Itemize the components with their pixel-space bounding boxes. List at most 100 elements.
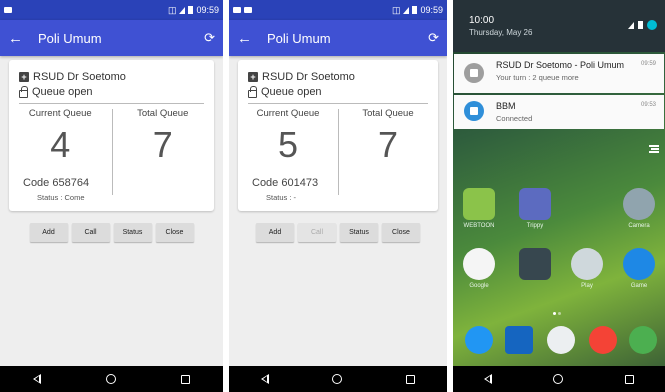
total-queue-label: Total Queue — [137, 108, 189, 119]
phone-icon[interactable] — [465, 326, 493, 354]
action-buttons: Add Call Status Close — [229, 223, 447, 242]
alarm-icon — [233, 7, 241, 13]
queue-code: Code 601473 — [252, 177, 319, 189]
battery-icon — [188, 6, 194, 14]
total-queue-value: 7 — [377, 124, 399, 165]
nav-home-icon[interactable] — [332, 374, 343, 384]
close-button[interactable]: Close — [155, 223, 194, 242]
app-webtoon[interactable]: WEBTOON — [455, 188, 503, 229]
divider — [248, 103, 428, 104]
current-queue-label: Current Queue — [256, 108, 320, 119]
total-queue-label: Total Queue — [362, 108, 414, 119]
app-game[interactable]: Game — [615, 248, 663, 289]
hospital-row: + RSUD Dr Soetomo — [19, 71, 126, 83]
app-label: Trippy — [526, 223, 544, 229]
app-label: Google — [469, 283, 489, 289]
nav-back-icon[interactable] — [32, 374, 41, 384]
page-indicator — [553, 312, 561, 315]
camera-icon — [623, 188, 655, 220]
signal-icon — [179, 6, 186, 14]
unlock-icon — [19, 85, 28, 98]
status-button[interactable]: Status — [340, 223, 378, 242]
vibrate-icon: ◫ — [167, 4, 177, 15]
app-title: Poli Umum — [38, 30, 102, 46]
queue-card: + RSUD Dr Soetomo Queue open Current Que… — [9, 60, 214, 211]
clear-all-icon[interactable] — [649, 145, 659, 153]
nav-back-icon[interactable] — [483, 374, 492, 384]
signal-icon — [628, 21, 634, 29]
phone-screen-3: 10:00 Thursday, May 26 RSUD Dr Soetomo -… — [453, 0, 665, 392]
apps-drawer-icon[interactable] — [547, 326, 575, 354]
nav-home-icon[interactable] — [105, 374, 116, 384]
app-google[interactable]: Google — [455, 248, 503, 289]
webtoon-icon — [463, 188, 495, 220]
divider — [19, 103, 204, 104]
notification-text: Your turn : 2 queue more — [496, 73, 579, 82]
queue-status: Status : Come — [37, 193, 85, 202]
chrome-icon[interactable] — [589, 326, 617, 354]
app-icon — [464, 63, 484, 83]
app-label: WEBTOON — [463, 223, 495, 229]
app-camera[interactable]: Camera — [615, 188, 663, 229]
total-queue-column: Total Queue 7 — [338, 108, 438, 165]
hospital-name: RSUD Dr Soetomo — [33, 71, 126, 83]
nav-recents-icon[interactable] — [181, 374, 191, 384]
messages-icon[interactable] — [505, 326, 533, 354]
battery-icon — [412, 6, 418, 14]
app-play[interactable]: Play — [563, 248, 611, 289]
status-time: 09:59 — [420, 5, 443, 15]
back-arrow-icon[interactable]: ← — [8, 30, 30, 47]
notification-queue[interactable]: RSUD Dr Soetomo - Poli Umum Your turn : … — [454, 54, 664, 93]
google-icon — [463, 248, 495, 280]
phone-screen-1: ◫ 09:59 ← Poli Umum ⟳ + RSUD Dr Soetomo … — [0, 0, 223, 392]
status-button[interactable]: Status — [113, 223, 152, 242]
nav-recents-icon[interactable] — [406, 374, 416, 384]
total-queue-value: 7 — [152, 124, 173, 165]
hospital-icon: + — [19, 72, 29, 82]
unlock-icon — [248, 85, 257, 98]
queue-state: Queue open — [261, 86, 322, 98]
call-button[interactable]: Call — [298, 223, 336, 242]
nav-recents-icon[interactable] — [625, 374, 635, 384]
battery-icon — [638, 21, 643, 29]
shade-date: Thursday, May 26 — [469, 28, 533, 37]
notification-time: 09:59 — [640, 61, 656, 67]
notification-icon — [4, 7, 12, 13]
status-bar: ◫ 09:59 — [229, 0, 447, 20]
app-bbm[interactable] — [511, 248, 559, 283]
user-icon[interactable] — [647, 20, 657, 30]
nav-home-icon[interactable] — [553, 374, 564, 384]
notification-time: 09:53 — [640, 102, 656, 108]
notification-icon — [244, 7, 252, 13]
total-queue-column: Total Queue 7 — [112, 108, 215, 165]
notification-title: RSUD Dr Soetomo - Poli Umum — [496, 60, 625, 70]
hospital-name: RSUD Dr Soetomo — [262, 71, 355, 83]
phone-screen-2: ◫ 09:59 ← Poli Umum ⟳ + RSUD Dr Soetomo … — [229, 0, 447, 392]
nav-back-icon[interactable] — [260, 374, 269, 384]
add-button[interactable]: Add — [29, 223, 68, 242]
current-queue-value: 5 — [277, 124, 299, 165]
refresh-icon[interactable]: ⟳ — [204, 30, 215, 46]
play-icon — [571, 248, 603, 280]
queue-state: Queue open — [32, 86, 93, 98]
shade-time: 10:00 — [469, 15, 495, 26]
notification-title: BBM — [496, 101, 516, 111]
app-bar: ← Poli Umum ⟳ — [229, 20, 447, 56]
call-button[interactable]: Call — [71, 223, 110, 242]
queue-status: Status : - — [266, 193, 297, 202]
nav-bar — [453, 366, 665, 392]
notification-bbm[interactable]: BBM Connected 09:53 — [454, 95, 664, 129]
vibrate-icon: ◫ — [391, 4, 401, 15]
trippy-icon — [519, 188, 551, 220]
current-queue-column: Current Queue 5 — [238, 108, 338, 165]
queue-card: + RSUD Dr Soetomo Queue open Current Que… — [238, 60, 438, 211]
whatsapp-icon[interactable] — [629, 326, 657, 354]
add-button[interactable]: Add — [256, 223, 294, 242]
nav-bar — [229, 366, 447, 392]
queue-state-row: Queue open — [248, 85, 322, 98]
bbm-icon — [464, 101, 484, 121]
app-trippy[interactable]: Trippy — [511, 188, 559, 229]
close-button[interactable]: Close — [382, 223, 420, 242]
refresh-icon[interactable]: ⟳ — [428, 30, 439, 46]
back-arrow-icon[interactable]: ← — [237, 30, 259, 47]
